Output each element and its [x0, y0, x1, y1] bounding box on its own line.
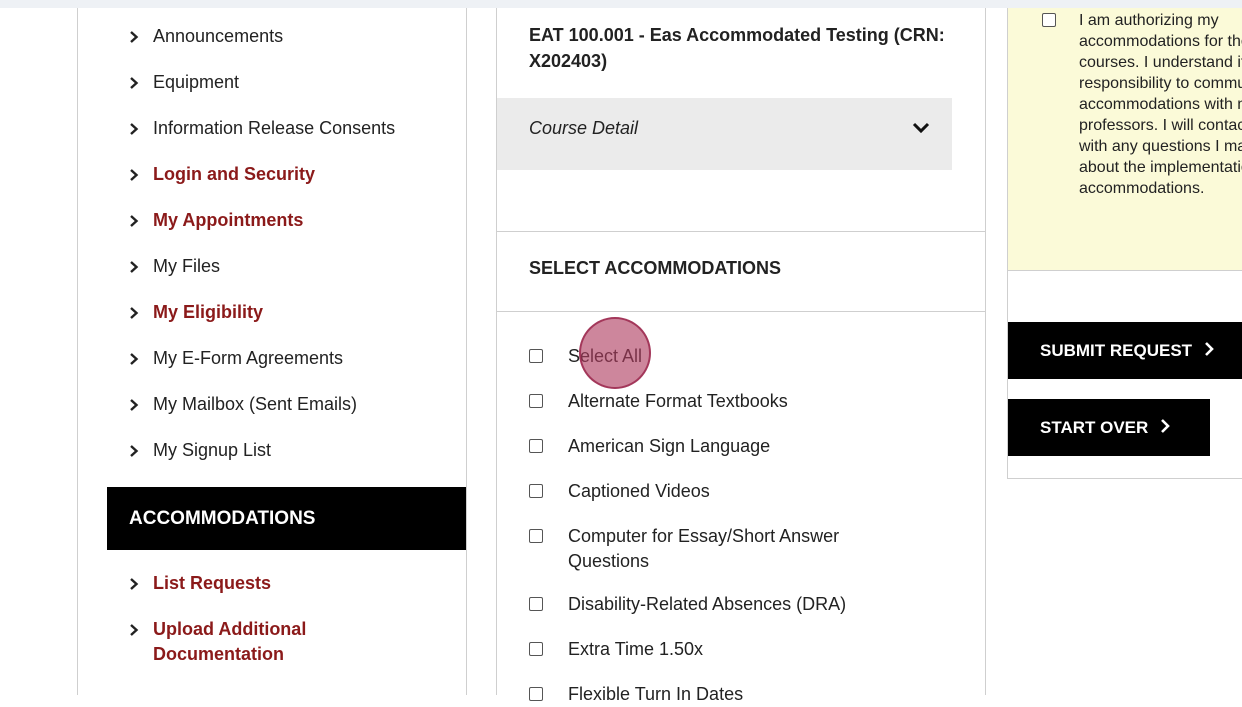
sidebar-item-label: My Mailbox (Sent Emails): [153, 394, 358, 414]
sidebar-item-information-release-consents[interactable]: Information Release Consents: [129, 116, 395, 140]
chevron-right-icon: [129, 260, 141, 274]
sidebar-item-upload-additional-documentation[interactable]: Upload Additional Documentation: [129, 617, 353, 667]
sidebar-item-label: My Signup List: [153, 440, 272, 460]
course-title: EAT 100.001 - Eas Accommodated Testing (…: [529, 25, 945, 71]
option-label: Disability-Related Absences (DRA): [568, 594, 847, 614]
sidebar-item-label: Equipment: [153, 72, 240, 92]
sidebar-item-equipment[interactable]: Equipment: [129, 70, 239, 94]
sidebar-item-my-mailbox[interactable]: My Mailbox (Sent Emails): [129, 392, 357, 416]
accommodation-checkbox[interactable]: [529, 394, 543, 408]
sidebar: Announcements Equipment Information Rele…: [107, 8, 467, 695]
authorization-text: I am authorizing my accommodations for t…: [1079, 12, 1242, 197]
accommodation-checkbox[interactable]: [529, 687, 543, 701]
option-label: Select All: [568, 346, 643, 366]
sidebar-item-label: List Requests: [153, 573, 272, 593]
sidebar-item-login-and-security[interactable]: Login and Security: [129, 162, 315, 186]
accommodation-checkbox[interactable]: [529, 439, 543, 453]
chevron-down-icon: [912, 122, 930, 134]
accommodation-option[interactable]: Computer for Essay/Short Answer Question…: [529, 524, 888, 574]
accommodation-option[interactable]: Extra Time 1.50x: [529, 637, 908, 662]
accommodation-checkbox[interactable]: [529, 597, 543, 611]
course-detail-toggle[interactable]: Course Detail: [497, 98, 952, 170]
sidebar-nav-list: Announcements Equipment Information Rele…: [107, 8, 466, 478]
top-strip: [0, 0, 1242, 8]
chevron-right-icon: [1204, 323, 1214, 379]
sidebar-item-announcements[interactable]: Announcements: [129, 24, 283, 48]
accommodation-checkbox[interactable]: [529, 529, 543, 543]
option-label: Extra Time 1.50x: [568, 639, 704, 659]
authorization-checkbox[interactable]: [1042, 13, 1056, 27]
select-accommodations-heading: SELECT ACCOMMODATIONS: [529, 258, 781, 278]
request-actions-panel: I am authorizing my accommodations for t…: [1007, 8, 1242, 479]
submit-request-button[interactable]: SUBMIT REQUEST: [1008, 322, 1242, 379]
select-all-option[interactable]: Select All: [529, 344, 908, 369]
sidebar-item-list-requests[interactable]: List Requests: [129, 571, 271, 595]
submit-request-label: SUBMIT REQUEST: [1040, 341, 1193, 360]
chevron-right-icon: [129, 168, 141, 182]
chevron-right-icon: [129, 623, 141, 637]
accommodation-option[interactable]: Alternate Format Textbooks: [529, 389, 908, 414]
option-label: Computer for Essay/Short Answer Question…: [568, 526, 840, 571]
accommodation-request-form: EAT 100.001 - Eas Accommodated Testing (…: [496, 8, 986, 704]
accommodation-checkbox[interactable]: [529, 642, 543, 656]
course-detail-label: Course Detail: [529, 118, 639, 138]
option-label: Alternate Format Textbooks: [568, 391, 788, 411]
chevron-right-icon: [129, 76, 141, 90]
chevron-right-icon: [129, 352, 141, 366]
chevron-right-icon: [129, 214, 141, 228]
chevron-right-icon: [129, 306, 141, 320]
section-divider: [497, 231, 985, 232]
accommodation-checkbox[interactable]: [529, 484, 543, 498]
sidebar-item-my-e-form-agreements[interactable]: My E-Form Agreements: [129, 346, 343, 370]
option-label: American Sign Language: [568, 436, 771, 456]
sidebar-item-label: My Appointments: [153, 210, 304, 230]
sidebar-item-my-appointments[interactable]: My Appointments: [129, 208, 303, 232]
chevron-right-icon: [129, 577, 141, 591]
option-label: Captioned Videos: [568, 481, 710, 501]
chevron-right-icon: [129, 444, 141, 458]
chevron-right-icon: [129, 30, 141, 44]
accommodation-option[interactable]: American Sign Language: [529, 434, 908, 459]
section-divider: [497, 311, 985, 312]
sidebar-item-label: Announcements: [153, 26, 284, 46]
sidebar-item-label: Login and Security: [153, 164, 316, 184]
select-all-checkbox[interactable]: [529, 349, 543, 363]
sidebar-item-my-signup-list[interactable]: My Signup List: [129, 438, 271, 462]
sidebar-item-my-eligibility[interactable]: My Eligibility: [129, 300, 263, 324]
chevron-right-icon: [129, 122, 141, 136]
sidebar-item-label: Upload Additional Documentation: [153, 619, 307, 664]
accommodation-option[interactable]: Captioned Videos: [529, 479, 908, 504]
sidebar-item-label: My Files: [153, 256, 220, 276]
page-divider: [77, 8, 78, 695]
sidebar-item-label: Information Release Consents: [153, 118, 396, 138]
sidebar-item-label: My Eligibility: [153, 302, 264, 322]
sidebar-item-my-files[interactable]: My Files: [129, 254, 220, 278]
authorization-box: I am authorizing my accommodations for t…: [1008, 8, 1242, 271]
chevron-right-icon: [129, 398, 141, 412]
start-over-button[interactable]: START OVER: [1008, 399, 1210, 456]
accommodation-option[interactable]: Disability-Related Absences (DRA): [529, 592, 908, 617]
sidebar-item-label: My E-Form Agreements: [153, 348, 344, 368]
accommodations-section-header: ACCOMMODATIONS: [107, 487, 466, 550]
chevron-right-icon: [1160, 400, 1171, 456]
start-over-label: START OVER: [1040, 418, 1149, 437]
